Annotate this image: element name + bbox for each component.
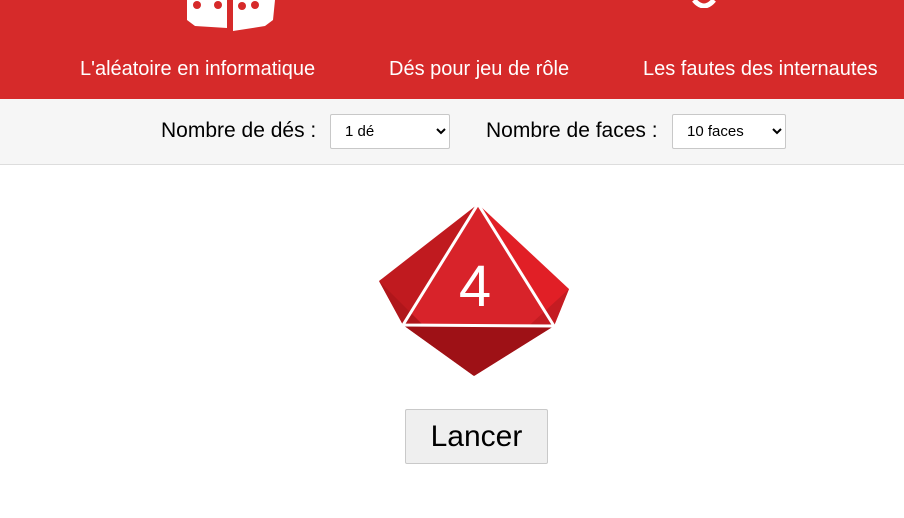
nav-link-user-mistakes[interactable]: Les fautes des internautes	[643, 58, 878, 80]
nav-link-random-computing[interactable]: L'aléatoire en informatique	[80, 58, 315, 80]
dice-count-label: Nombre de dés :	[161, 119, 317, 142]
face-count-label: Nombre de faces :	[486, 119, 658, 142]
roll-button[interactable]: Lancer	[405, 409, 548, 464]
site-header: L'aléatoire en informatique Dés pour jeu…	[0, 0, 904, 99]
face-count-select[interactable]: 10 faces	[672, 114, 786, 149]
nav-link-rpg-dice[interactable]: Dés pour jeu de rôle	[389, 58, 569, 80]
site-title-fragment	[692, 0, 716, 8]
dice-logo-icon[interactable]	[185, 0, 277, 34]
dice-count-select[interactable]: 1 dé	[330, 114, 450, 149]
die-result-value: 4	[458, 254, 492, 319]
